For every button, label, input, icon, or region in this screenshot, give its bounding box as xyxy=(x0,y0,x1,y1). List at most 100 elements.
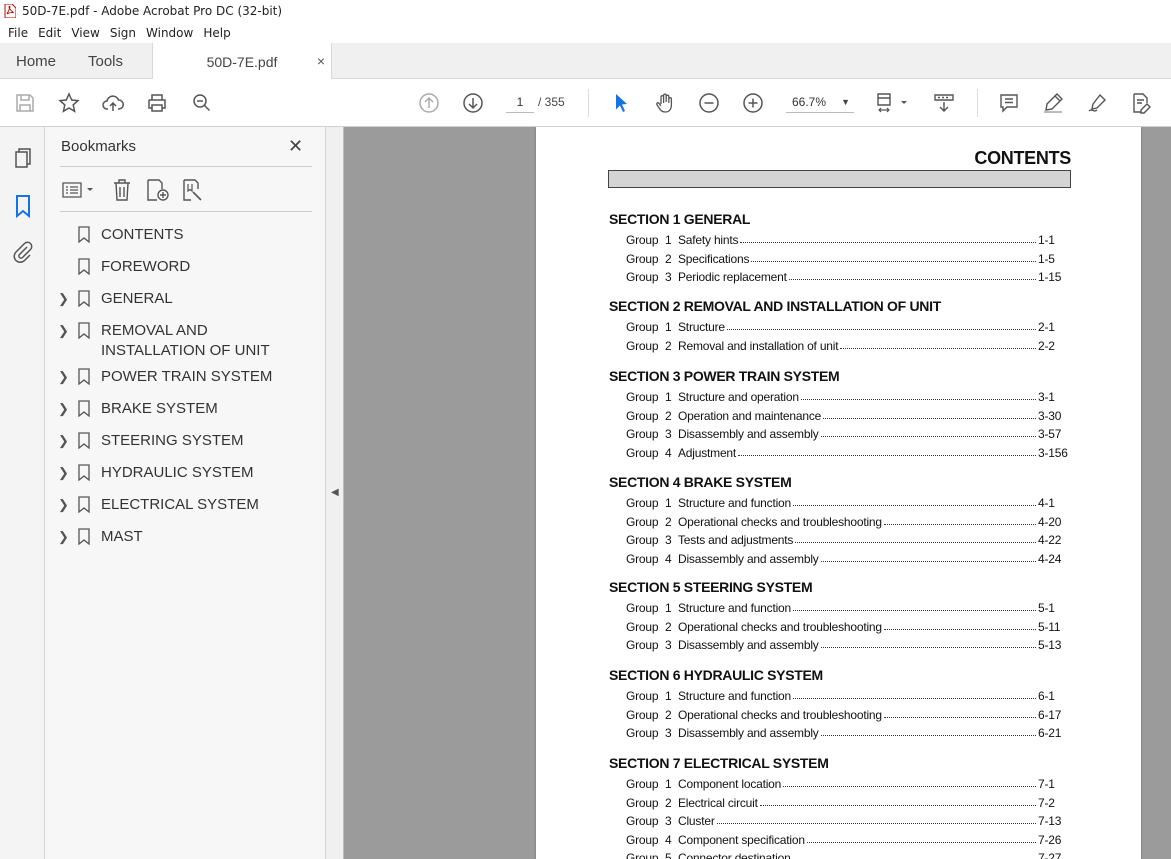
menu-sign[interactable]: Sign xyxy=(110,26,136,40)
toc-entry[interactable]: Group 1 Safety hints 1-1 xyxy=(609,231,1079,250)
toc-entry[interactable]: Group 2 Removal and installation of unit 2-… xyxy=(609,337,1079,356)
tab-document[interactable]: 50D-7E.pdf × xyxy=(152,43,332,80)
chevron-right-icon[interactable]: ❯ xyxy=(58,497,69,513)
select-cursor-icon[interactable] xyxy=(609,91,633,115)
panel-collapse-handle[interactable]: ◀ xyxy=(326,127,344,859)
bookmark-icon xyxy=(78,290,90,307)
previous-page-icon[interactable] xyxy=(417,91,441,115)
toc-entry[interactable]: Group 3 Disassembly and assembly 3-57 xyxy=(609,425,1079,444)
toc-entry-title: Structure and function xyxy=(678,689,794,703)
page-thumbnails-icon[interactable] xyxy=(11,147,35,171)
chevron-right-icon[interactable]: ❯ xyxy=(58,323,69,339)
tab-tools[interactable]: Tools xyxy=(88,43,123,79)
bookmark-options-icon[interactable] xyxy=(61,177,97,203)
bookmark-item-contents[interactable]: CONTENTS xyxy=(45,221,326,253)
toc-entry[interactable]: Group 4 Adjustment 3-156 xyxy=(609,444,1079,463)
toc-entry-leader: Electrical circuit xyxy=(678,795,1038,810)
search-zoom-icon[interactable] xyxy=(190,91,214,115)
toc-section-heading[interactable]: SECTION 3 POWER TRAIN SYSTEM xyxy=(609,368,1079,388)
scroll-mode-icon[interactable] xyxy=(932,91,956,115)
chevron-right-icon[interactable]: ❯ xyxy=(58,291,69,307)
dot-leader xyxy=(751,252,1036,262)
zoom-in-icon[interactable] xyxy=(741,91,765,115)
page-fit-icon[interactable] xyxy=(875,91,911,115)
bookmark-label: HYDRAULIC SYSTEM xyxy=(101,464,254,481)
highlight-pen-icon[interactable] xyxy=(1041,91,1065,115)
toc-entry[interactable]: Group 1 Structure and function 6-1 xyxy=(609,687,1079,706)
chevron-right-icon[interactable]: ❯ xyxy=(58,529,69,545)
attachments-icon[interactable] xyxy=(11,240,35,264)
hand-tool-icon[interactable] xyxy=(653,91,677,115)
toc-entry[interactable]: Group 5 Connector destination 7-27 xyxy=(609,849,1079,859)
toc-entry[interactable]: Group 2 Operational checks and troubleshoo… xyxy=(609,618,1079,637)
bookmark-item-mast[interactable]: ❯ MAST xyxy=(45,523,326,555)
bookmark-item-general[interactable]: ❯ GENERAL xyxy=(45,285,326,317)
toc-section-heading[interactable]: SECTION 5 STEERING SYSTEM xyxy=(609,579,1079,599)
toc-entry[interactable]: Group 1 Structure and operation 3-1 xyxy=(609,388,1079,407)
toc-entry[interactable]: Group 1 Component location 7-1 xyxy=(609,775,1079,794)
toc-entry[interactable]: Group 2 Specifications 1-5 xyxy=(609,250,1079,269)
menu-file[interactable]: File xyxy=(8,26,28,40)
dot-leader xyxy=(783,777,1036,787)
zoom-out-icon[interactable] xyxy=(697,91,721,115)
toc-entry[interactable]: Group 2 Operational checks and troubleshoo… xyxy=(609,513,1079,532)
toc-entry[interactable]: Group 3 Periodic replacement 1-15 xyxy=(609,268,1079,287)
cloud-upload-icon[interactable] xyxy=(101,91,125,115)
chevron-right-icon[interactable]: ❯ xyxy=(58,465,69,481)
toc-entry[interactable]: Group 2 Electrical circuit 7-2 xyxy=(609,794,1079,813)
chevron-right-icon[interactable]: ❯ xyxy=(58,401,69,417)
toc-entry[interactable]: Group 1 Structure 2-1 xyxy=(609,318,1079,337)
toc-page-number: 4-24 xyxy=(1038,551,1062,566)
new-bookmark-icon[interactable] xyxy=(145,177,171,203)
toc-section-heading[interactable]: SECTION 6 HYDRAULIC SYSTEM xyxy=(609,667,1079,687)
menu-window[interactable]: Window xyxy=(146,26,193,40)
find-bookmark-icon[interactable] xyxy=(181,177,207,203)
menu-edit[interactable]: Edit xyxy=(38,26,61,40)
toc-entry[interactable]: Group 3 Disassembly and assembly 5-13 xyxy=(609,636,1079,655)
bookmark-item-power-train[interactable]: ❯ POWER TRAIN SYSTEM xyxy=(45,363,326,395)
toc-entry[interactable]: Group 3 Disassembly and assembly 6-21 xyxy=(609,724,1079,743)
toc-section-heading[interactable]: SECTION 7 ELECTRICAL SYSTEM xyxy=(609,755,1079,775)
bookmark-item-steering[interactable]: ❯ STEERING SYSTEM xyxy=(45,427,326,459)
menu-bar: File Edit View Sign Window Help xyxy=(0,22,1171,43)
save-icon[interactable] xyxy=(13,91,37,115)
bookmark-item-hydraulic[interactable]: ❯ HYDRAULIC SYSTEM xyxy=(45,459,326,491)
edit-pdf-icon[interactable] xyxy=(1129,91,1153,115)
tab-home[interactable]: Home xyxy=(16,43,56,79)
toc-entry[interactable]: Group 1 Structure and function 4-1 xyxy=(609,494,1079,513)
bookmark-item-brake[interactable]: ❯ BRAKE SYSTEM xyxy=(45,395,326,427)
toc-group-label: Group xyxy=(626,514,659,529)
sign-pen-icon[interactable] xyxy=(1085,91,1109,115)
toc-section-heading[interactable]: SECTION 4 BRAKE SYSTEM xyxy=(609,474,1079,494)
toc-group-label: Group xyxy=(626,338,659,353)
zoom-level-select[interactable]: 66.7% ▼ xyxy=(786,91,854,113)
page-number-input[interactable]: 1 xyxy=(506,91,534,113)
bookmarks-panel-icon[interactable] xyxy=(11,194,35,218)
star-bookmark-icon[interactable] xyxy=(57,91,81,115)
toc-section-heading[interactable]: SECTION 1 GENERAL xyxy=(609,211,1079,231)
toc-entry[interactable]: Group 3 Cluster 7-13 xyxy=(609,812,1079,831)
comment-icon[interactable] xyxy=(997,91,1021,115)
toc-entry-leader: Adjustment xyxy=(678,445,1038,460)
menu-help[interactable]: Help xyxy=(203,26,230,40)
toc-entry-title: Tests and adjustments xyxy=(678,533,796,547)
bookmark-item-foreword[interactable]: FOREWORD xyxy=(45,253,326,285)
toc-entry[interactable]: Group 4 Component specification 7-26 xyxy=(609,831,1079,850)
chevron-right-icon[interactable]: ❯ xyxy=(58,369,69,385)
print-icon[interactable] xyxy=(145,91,169,115)
delete-bookmark-icon[interactable] xyxy=(111,177,133,203)
toc-entry[interactable]: Group 4 Disassembly and assembly 4-24 xyxy=(609,550,1079,569)
close-icon[interactable]: ✕ xyxy=(288,136,303,157)
bookmark-item-removal-installation[interactable]: ❯ REMOVAL AND INSTALLATION OF UNIT xyxy=(45,317,326,363)
document-view[interactable]: CONTENTS SECTION 1 GENERAL Group 1 Safety h… xyxy=(344,127,1171,859)
bookmark-item-electrical[interactable]: ❯ ELECTRICAL SYSTEM xyxy=(45,491,326,523)
toc-entry[interactable]: Group 3 Tests and adjustments 4-22 xyxy=(609,531,1079,550)
toc-entry[interactable]: Group 2 Operation and maintenance 3-30 xyxy=(609,407,1079,426)
menu-view[interactable]: View xyxy=(71,26,99,40)
next-page-icon[interactable] xyxy=(461,91,485,115)
toc-entry[interactable]: Group 2 Operational checks and troubleshoo… xyxy=(609,706,1079,725)
toc-section-heading[interactable]: SECTION 2 REMOVAL AND INSTALLATION OF UN… xyxy=(609,298,1079,318)
toc-entry[interactable]: Group 1 Structure and function 5-1 xyxy=(609,599,1079,618)
chevron-right-icon[interactable]: ❯ xyxy=(58,433,69,449)
tab-close-icon[interactable]: × xyxy=(317,53,325,69)
